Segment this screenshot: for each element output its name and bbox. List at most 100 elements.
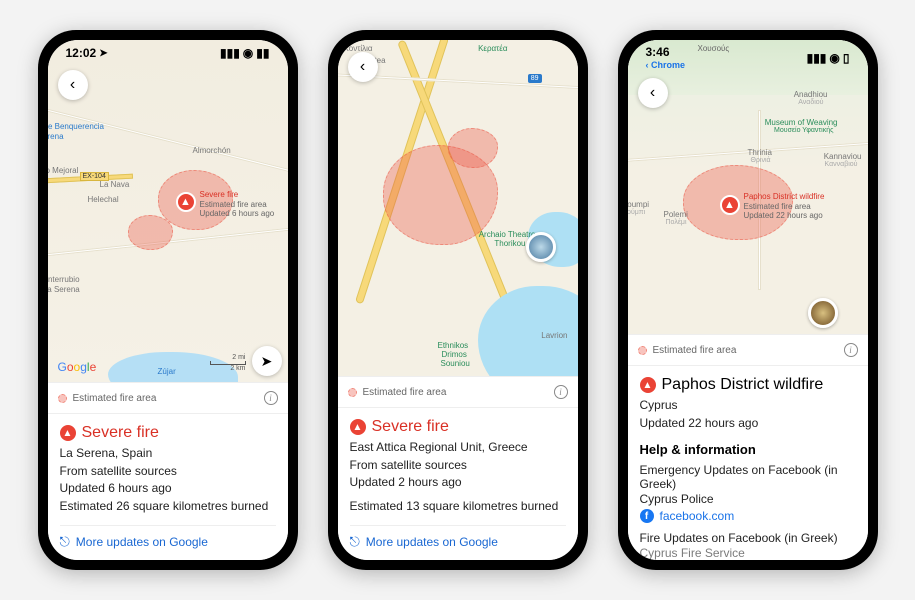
map-label: o Mejoral (48, 166, 79, 175)
callout-title: Severe fire (200, 190, 275, 200)
chevron-left-icon: ‹ (360, 58, 365, 76)
road-1 (48, 109, 288, 175)
google-logo: Google (58, 360, 97, 374)
scale-top: 2 mi (210, 354, 246, 361)
compass-icon: ➤ (261, 353, 273, 370)
card-source: From satellite sources (60, 463, 276, 480)
signal-icon: ▮▮▮ (807, 51, 827, 65)
status-bar-1: 12:02 ➤ ▮▮▮ ◉ ▮▮ (48, 46, 288, 60)
legend-text: Estimated fire area (363, 387, 447, 398)
info-icon[interactable]: i (264, 391, 278, 405)
poi-photo-2[interactable] (808, 298, 838, 328)
fire-flame-icon: ▲ (724, 199, 735, 211)
map-label-river: Zújar (158, 367, 176, 376)
map-label: Thrinia (748, 148, 772, 157)
fire-pin-1[interactable]: ▲ (176, 192, 196, 212)
info-icon[interactable]: i (554, 385, 568, 399)
fire-area-1b (128, 215, 173, 250)
fire-pin-3[interactable]: ▲ (720, 195, 740, 215)
map-label: Ethnikos (438, 341, 469, 350)
map-label: Θρινιά (751, 157, 771, 164)
card-title: Severe fire (82, 424, 159, 442)
link-url: facebook.com (660, 509, 735, 523)
back-button[interactable]: ‹ (348, 52, 378, 82)
back-button[interactable]: ‹ (58, 70, 88, 100)
back-button[interactable]: ‹ (638, 78, 668, 108)
card-location: Cyprus (640, 397, 856, 414)
legend-dot-icon (638, 346, 647, 355)
facebook-link-1[interactable]: f facebook.com (640, 509, 856, 523)
screen-2: ‹ 89 Κοντίλια Keratea Κερατέα Archaio Th… (338, 40, 578, 560)
open-external-icon: ⎋ (350, 534, 360, 550)
more-updates-link[interactable]: ⎋ More updates on Google (60, 525, 276, 550)
map-area-3[interactable]: 3:46 ‹ Chrome ▮▮▮ ◉ ▯ ‹ ▲ Paphos Dis (628, 40, 868, 334)
map-label: Πολέμι (666, 219, 687, 226)
map-label: Lavrion (541, 331, 567, 340)
poi-museum1: Museum of Weaving (765, 118, 838, 127)
callout-sub2: Updated 6 hours ago (200, 209, 275, 219)
status-time: 3:46 (646, 46, 670, 58)
legend-dot-icon (348, 388, 357, 397)
legend-text: Estimated fire area (653, 345, 737, 356)
my-location-button[interactable]: ➤ (252, 346, 282, 376)
card-area: Estimated 26 square kilometres burned (60, 498, 276, 515)
legend-row: Estimated fire area i (338, 377, 578, 408)
screen-3: 3:46 ‹ Chrome ▮▮▮ ◉ ▯ ‹ ▲ Paphos Dis (628, 40, 868, 560)
help-section-title: Help & information (640, 442, 856, 457)
map-label: Drimos (442, 350, 467, 359)
map-label: Souniou (441, 359, 470, 368)
wifi-icon: ◉ (243, 46, 253, 60)
card-location: East Attica Regional Unit, Greece (350, 439, 566, 456)
more-updates-link[interactable]: ⎋ More updates on Google (350, 525, 566, 550)
map-label: rena (48, 132, 64, 141)
resource-1-source: Cyprus Police (640, 492, 856, 506)
map-label: la Serena (48, 285, 80, 294)
fire-icon: ▲ (640, 377, 656, 393)
card-title: Severe fire (372, 418, 449, 436)
road-shield-ex104: EX-104 (80, 172, 109, 181)
hwy-shield: 89 (528, 74, 542, 83)
status-time: 12:02 (66, 46, 97, 60)
chevron-left-icon: ‹ (650, 84, 655, 102)
status-app-link[interactable]: ‹ Chrome (646, 61, 686, 70)
resource-2-source: Cyprus Fire Service (640, 546, 856, 560)
callout-sub1: Estimated fire area (744, 202, 825, 212)
resource-2-title: Fire Updates on Facebook (in Greek) (640, 531, 856, 545)
scale-bot: 2 km (210, 365, 246, 372)
map-label: Kannaviou (824, 152, 862, 161)
fire-callout-1: Severe fire Estimated fire area Updated … (200, 190, 275, 219)
legend-row: Estimated fire area i (628, 335, 868, 366)
map-label: La Nava (100, 180, 130, 189)
resource-1-title: Emergency Updates on Facebook (in Greek) (640, 463, 856, 491)
fire-area-2b (448, 128, 498, 168)
action-label: More updates on Google (76, 535, 208, 549)
location-services-icon: ➤ (99, 48, 107, 59)
phone-frame-3: 3:46 ‹ Chrome ▮▮▮ ◉ ▯ ‹ ▲ Paphos Dis (618, 30, 878, 570)
card-updated: Updated 6 hours ago (60, 480, 276, 497)
fire-callout-3: Paphos District wildfire Estimated fire … (744, 192, 825, 221)
open-external-icon: ⎋ (60, 534, 70, 550)
map-label: Κανναβιού (825, 161, 858, 168)
bottom-sheet-3: Estimated fire area i ▲ Paphos District … (628, 334, 868, 560)
info-icon[interactable]: i (844, 343, 858, 357)
map-label: Polemi (664, 210, 688, 219)
map-label: Almorchón (193, 146, 231, 155)
card-area: Estimated 13 square kilometres burned (350, 498, 566, 515)
map-label: Κερατέα (478, 44, 507, 53)
poi-museum2: Μουσείο Υφαντικής (774, 127, 833, 134)
bottom-sheet-2: Estimated fire area i ▲ Severe fire East… (338, 376, 578, 560)
fire-flame-icon: ▲ (180, 196, 191, 208)
phone-frame-2: ‹ 89 Κοντίλια Keratea Κερατέα Archaio Th… (328, 30, 588, 570)
map-area-2[interactable]: ‹ 89 Κοντίλια Keratea Κερατέα Archaio Th… (338, 40, 578, 376)
poi-theatro1: Archaio Theatro (479, 230, 536, 239)
map-area-1[interactable]: 12:02 ➤ ▮▮▮ ◉ ▮▮ ‹ ▲ (48, 40, 288, 382)
card-title: Paphos District wildfire (662, 376, 824, 394)
poi-photo-1[interactable] (526, 232, 556, 262)
fire-icon: ▲ (350, 419, 366, 435)
callout-title: Paphos District wildfire (744, 192, 825, 202)
bottom-sheet-1: Estimated fire area i ▲ Severe fire La S… (48, 382, 288, 560)
legend-text: Estimated fire area (73, 393, 157, 404)
map-label: Anadhiou (794, 90, 828, 99)
legend-row: Estimated fire area i (48, 383, 288, 414)
map-label: de Benquerencia (48, 122, 105, 131)
